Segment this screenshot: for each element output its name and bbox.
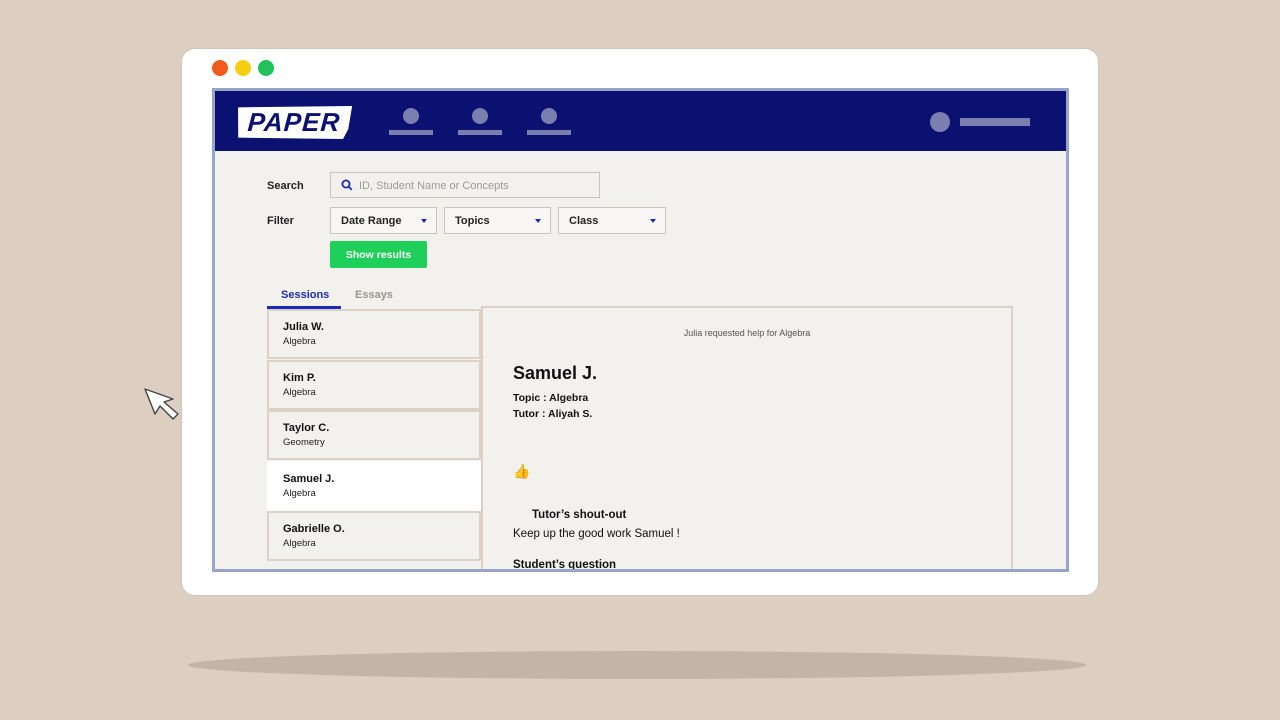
chevron-down-icon xyxy=(650,219,656,223)
session-student-name: Taylor C. xyxy=(283,422,330,434)
session-list-item[interactable]: Julia W. Algebra xyxy=(267,309,481,359)
session-topic: Algebra xyxy=(283,538,316,549)
search-input[interactable] xyxy=(357,176,591,196)
app-screen: PAPER Search Filter Date Range Topics Cl… xyxy=(212,88,1069,572)
session-list-item-selected[interactable]: Samuel J. Algebra xyxy=(267,461,483,511)
avatar-icon[interactable] xyxy=(930,112,950,132)
session-list-item[interactable]: Kim P. Algebra xyxy=(267,360,481,410)
session-topic: Algebra xyxy=(283,488,316,499)
date-range-dropdown[interactable]: Date Range xyxy=(330,207,437,234)
session-topic: Geometry xyxy=(283,437,325,448)
username-placeholder[interactable] xyxy=(960,118,1030,126)
detail-student-name: Samuel J. xyxy=(513,363,598,383)
class-label: Class xyxy=(569,215,599,227)
session-student-name: Julia W. xyxy=(283,321,324,333)
topics-dropdown[interactable]: Topics xyxy=(444,207,551,234)
detail-tutor: Tutor : Aliyah S. xyxy=(513,408,593,420)
date-range-label: Date Range xyxy=(341,215,402,227)
shoutout-heading: Tutor’s shout-out xyxy=(532,509,627,521)
search-icon xyxy=(341,179,353,191)
session-topic: Algebra xyxy=(283,387,316,398)
device-shadow xyxy=(188,651,1086,679)
chevron-down-icon xyxy=(535,219,541,223)
shoutout-text: Keep up the good work Samuel ! xyxy=(513,528,680,540)
search-field[interactable] xyxy=(330,172,600,198)
top-navigation-bar: PAPER xyxy=(215,91,1066,151)
minimize-window-icon[interactable] xyxy=(235,60,251,76)
mouse-pointer-icon xyxy=(144,388,179,420)
request-note: Julia requested help for Algebra xyxy=(683,328,811,338)
student-question-heading: Student’s question xyxy=(513,559,617,571)
session-list-item[interactable]: Gabrielle O. Algebra xyxy=(267,511,481,561)
nav-icon-3[interactable] xyxy=(527,106,571,136)
filter-label: Filter xyxy=(267,215,294,227)
session-student-name: Samuel J. xyxy=(283,473,335,485)
chevron-down-icon xyxy=(421,219,427,223)
detail-topic: Topic : Algebra xyxy=(513,392,589,404)
nav-icon-2[interactable] xyxy=(458,106,502,136)
search-label: Search xyxy=(267,180,304,192)
topics-label: Topics xyxy=(455,215,490,227)
show-results-button[interactable]: Show results xyxy=(330,241,427,268)
class-dropdown[interactable]: Class xyxy=(558,207,666,234)
session-student-name: Gabrielle O. xyxy=(283,523,345,535)
nav-icon-1[interactable] xyxy=(389,106,433,136)
tab-sessions[interactable]: Sessions xyxy=(281,289,329,301)
thumbs-up-icon[interactable]: 👍 xyxy=(513,463,530,480)
tab-essays[interactable]: Essays xyxy=(355,289,393,301)
session-detail-panel: Julia requested help for Algebra Samuel … xyxy=(481,306,1013,571)
paper-logo[interactable]: PAPER xyxy=(236,106,352,139)
maximize-window-icon[interactable] xyxy=(258,60,274,76)
close-window-icon[interactable] xyxy=(212,60,228,76)
session-topic: Algebra xyxy=(283,336,316,347)
session-list-item[interactable]: Taylor C. Geometry xyxy=(267,410,481,460)
session-student-name: Kim P. xyxy=(283,372,316,384)
